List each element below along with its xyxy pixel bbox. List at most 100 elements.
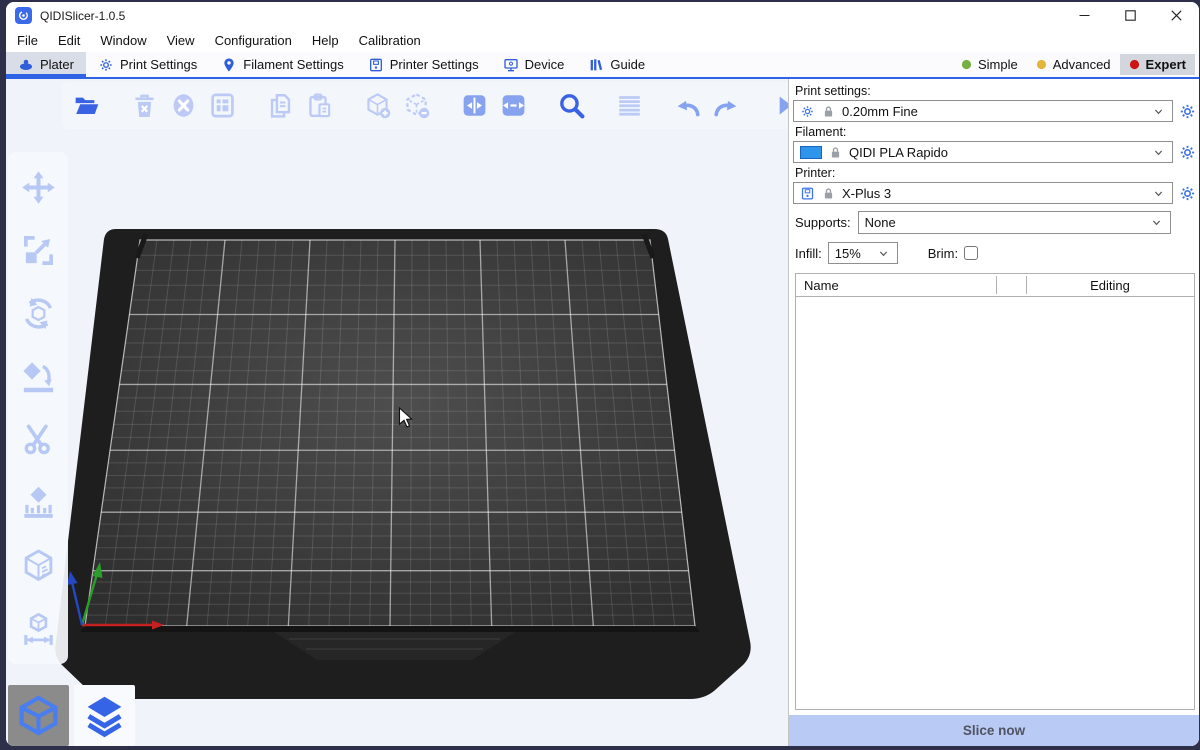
open-icon	[72, 91, 101, 120]
brim-checkbox[interactable]	[964, 246, 978, 260]
object-list: Name Editing	[795, 273, 1195, 710]
split-parts-icon	[499, 91, 528, 120]
maximize-button[interactable]	[1107, 2, 1153, 29]
menu-calibration[interactable]: Calibration	[349, 29, 431, 52]
delete-icon	[130, 91, 159, 120]
tool-seam-button[interactable]	[20, 547, 57, 584]
infill-label: Infill:	[795, 246, 822, 261]
tabbar: PlaterPrint SettingsFilament SettingsPri…	[6, 52, 1199, 79]
mode-simple[interactable]: Simple	[952, 54, 1027, 75]
minimize-button[interactable]	[1061, 2, 1107, 29]
supports-label: Supports:	[795, 215, 851, 230]
cube3d-icon	[16, 693, 61, 738]
supports-value: None	[865, 215, 896, 230]
toolbar-delete-all-button[interactable]	[167, 87, 200, 125]
toolbar-variable-layer-height-button[interactable]	[613, 87, 646, 125]
tool-cut-button[interactable]	[20, 421, 57, 458]
mode-dot-icon	[1129, 59, 1140, 70]
tool-move-button[interactable]	[20, 169, 57, 206]
tab-print-settings[interactable]: Print Settings	[86, 52, 209, 77]
close-icon	[1171, 10, 1182, 21]
toolbar-copy-button[interactable]	[264, 87, 297, 125]
object-list-body[interactable]	[796, 297, 1194, 709]
lock-icon	[821, 104, 836, 119]
remove-instance-icon	[402, 91, 431, 120]
tool-measure-button[interactable]	[20, 610, 57, 647]
tool-place-on-face-button[interactable]	[20, 358, 57, 395]
toolbar-remove-instance-button[interactable]	[400, 87, 433, 125]
chevron-down-icon	[876, 246, 891, 261]
device-icon	[503, 57, 519, 73]
tool-scale-button[interactable]	[20, 232, 57, 269]
filament-combo[interactable]: QIDI PLA Rapido	[793, 141, 1173, 163]
printer-gear-button[interactable]	[1178, 184, 1197, 203]
toolbar-collapse-arrow-button[interactable]	[768, 87, 788, 125]
close-button[interactable]	[1153, 2, 1199, 29]
mode-expert[interactable]: Expert	[1120, 54, 1195, 75]
mode-dot-icon	[1036, 59, 1047, 70]
gear-icon	[1178, 143, 1197, 162]
printer-icon	[800, 186, 815, 201]
tab-guide[interactable]: Guide	[576, 52, 657, 77]
editing-column-header: Editing	[1026, 278, 1194, 293]
object-tools-toolbar	[8, 152, 68, 664]
plater-icon	[18, 57, 34, 73]
menu-file[interactable]: File	[7, 29, 48, 52]
print-settings-combo[interactable]: 0.20mm Fine	[793, 100, 1173, 122]
tool-rotate-button[interactable]	[20, 295, 57, 332]
printer-combo[interactable]: X-Plus 3	[793, 182, 1173, 204]
gear-icon	[1178, 184, 1197, 203]
undo-icon	[673, 91, 702, 120]
menu-window[interactable]: Window	[90, 29, 156, 52]
tab-filament-settings[interactable]: Filament Settings	[209, 52, 355, 77]
chevron-down-icon	[1149, 215, 1164, 230]
split-objects-icon	[460, 91, 489, 120]
printer-value: X-Plus 3	[842, 186, 891, 201]
rotate-icon	[20, 295, 57, 332]
variable-layer-height-icon	[615, 91, 644, 120]
infill-value: 15%	[835, 246, 861, 261]
3d-viewport[interactable]	[6, 79, 788, 746]
view-toggles	[8, 685, 135, 746]
toolbar-split-objects-button[interactable]	[458, 87, 491, 125]
toolbar-delete-button[interactable]	[128, 87, 161, 125]
measure-icon	[20, 610, 57, 647]
filament-label: Filament:	[795, 125, 1195, 139]
menu-configuration[interactable]: Configuration	[205, 29, 302, 52]
printer-icon	[368, 57, 384, 73]
tab-plater[interactable]: Plater	[6, 52, 86, 77]
3d-editor-view-button[interactable]	[8, 685, 69, 746]
infill-combo[interactable]: 15%	[828, 242, 898, 264]
menu-edit[interactable]: Edit	[48, 29, 90, 52]
chevron-down-icon	[1151, 186, 1166, 201]
toolbar-split-parts-button[interactable]	[497, 87, 530, 125]
mode-dot-icon	[961, 59, 972, 70]
tab-device[interactable]: Device	[491, 52, 577, 77]
menu-view[interactable]: View	[157, 29, 205, 52]
supports-combo[interactable]: None	[858, 211, 1171, 234]
preview-view-button[interactable]	[74, 685, 135, 746]
toolbar-paste-button[interactable]	[303, 87, 336, 125]
seam-icon	[20, 547, 57, 584]
toolbar-redo-button[interactable]	[710, 87, 743, 125]
toolbar-search-button[interactable]	[555, 87, 588, 125]
plater-toolbar	[62, 82, 788, 129]
redo-icon	[712, 91, 741, 120]
toolbar-open-button[interactable]	[70, 87, 103, 125]
add-instance-icon	[363, 91, 392, 120]
toolbar-undo-button[interactable]	[671, 87, 704, 125]
toolbar-arrange-button[interactable]	[206, 87, 239, 125]
print-settings-gear-button[interactable]	[1178, 102, 1197, 121]
toolbar-add-instance-button[interactable]	[361, 87, 394, 125]
chevron-down-icon	[1151, 145, 1166, 160]
gear-icon	[800, 104, 815, 119]
tool-paint-support-button[interactable]	[20, 484, 57, 521]
menu-help[interactable]: Help	[302, 29, 349, 52]
tab-printer-settings[interactable]: Printer Settings	[356, 52, 491, 77]
filament-gear-button[interactable]	[1178, 143, 1197, 162]
slice-now-button[interactable]: Slice now	[789, 715, 1199, 746]
cut-icon	[20, 421, 57, 458]
mode-advanced[interactable]: Advanced	[1027, 54, 1120, 75]
app-logo-icon	[15, 7, 32, 24]
guide-icon	[588, 57, 604, 73]
